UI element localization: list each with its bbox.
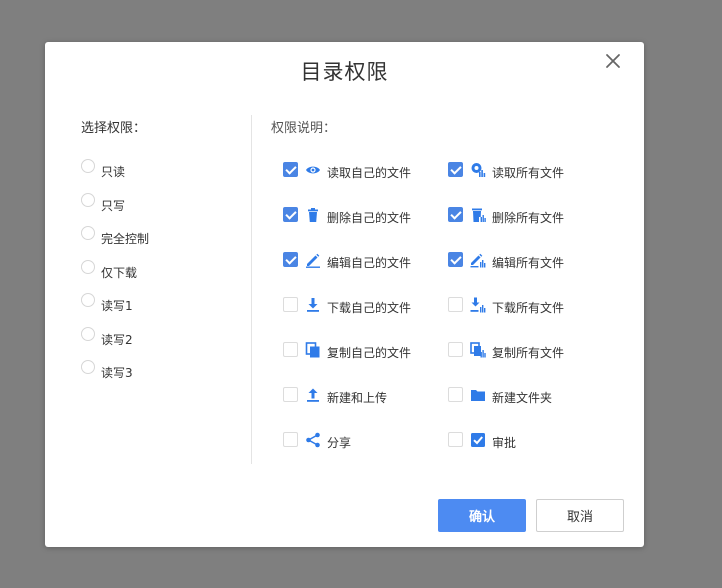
permission-label: 审批 [492, 436, 517, 450]
radio-label: 仅下载 [101, 265, 138, 280]
checkbox[interactable] [283, 432, 298, 447]
permission-label: 复制所有文件 [492, 346, 565, 360]
checkbox[interactable] [283, 207, 298, 222]
radio-label: 读写1 [101, 299, 133, 313]
radio-label: 读写3 [101, 366, 133, 380]
dialog-title: 目录权限 [300, 60, 389, 84]
permission-download-own[interactable]: 下载自己的文件 [283, 297, 448, 342]
checkbox[interactable] [283, 342, 298, 357]
radio-label: 只写 [101, 198, 126, 213]
permission-label: 新建和上传 [327, 391, 388, 405]
permission-label: 下载所有文件 [492, 301, 565, 315]
checkbox[interactable] [283, 162, 298, 177]
permission-delete-all[interactable]: 删除所有文件 [448, 207, 613, 252]
radio-button[interactable] [81, 293, 95, 307]
close-icon[interactable] [604, 52, 622, 70]
permission-label: 下载自己的文件 [327, 301, 412, 315]
radio-label: 只读 [101, 165, 126, 179]
select-permission-heading: 选择权限： [81, 121, 147, 136]
trash-icon [305, 207, 321, 223]
permission-copy-all[interactable]: 复制所有文件 [448, 342, 613, 387]
read-all-icon [470, 162, 486, 178]
approve-icon [470, 432, 486, 448]
cancel-button[interactable]: 取消 [536, 499, 624, 532]
permission-download-all[interactable]: 下载所有文件 [448, 297, 613, 342]
edit-all-icon [470, 252, 486, 268]
radio-button[interactable] [81, 226, 95, 240]
permission-copy-own[interactable]: 复制自己的文件 [283, 342, 448, 387]
radio-button[interactable] [81, 159, 95, 173]
permission-share[interactable]: 分享 [283, 432, 448, 477]
checkbox[interactable] [448, 387, 463, 402]
column-divider [251, 115, 252, 464]
permission-label: 编辑自己的文件 [327, 256, 412, 270]
permission-edit-own[interactable]: 编辑自己的文件 [283, 252, 448, 297]
permission-label: 编辑所有文件 [492, 256, 565, 270]
radio-option[interactable]: 只写 [81, 192, 149, 228]
radio-button[interactable] [81, 259, 95, 274]
checkbox[interactable] [448, 162, 463, 177]
pencil-icon [305, 252, 321, 268]
share-icon [305, 432, 321, 448]
checkbox[interactable] [283, 387, 298, 402]
confirm-button[interactable]: 确认 [438, 499, 526, 532]
permission-label: 读取自己的文件 [327, 166, 412, 180]
permission-grid: 读取自己的文件 读取所有文件 删除自己的文件 删除所有文件 编辑自己的文件 编辑… [283, 162, 613, 477]
permission-label: 删除所有文件 [492, 211, 565, 225]
checkbox[interactable] [448, 207, 463, 222]
radio-button[interactable] [81, 360, 95, 374]
permission-radio-group: 只读 只写 完全控制 仅下载 读写1 读写2 读写3 [81, 159, 150, 395]
radio-option[interactable]: 读写2 [81, 326, 149, 362]
permission-read-own[interactable]: 读取自己的文件 [283, 162, 448, 207]
permission-label: 读取所有文件 [492, 166, 565, 180]
permission-label: 新建文件夹 [492, 391, 553, 405]
radio-label: 读写2 [101, 332, 133, 347]
permission-read-all[interactable]: 读取所有文件 [448, 162, 613, 207]
permission-dialog: 目录权限 选择权限： 只读 只写 完全控制 仅下载 读写1 读写2 读写3 权限… [45, 42, 644, 547]
permission-label: 删除自己的文件 [327, 211, 412, 225]
permission-label: 分享 [327, 436, 352, 450]
radio-button[interactable] [81, 326, 95, 341]
radio-option[interactable]: 完全控制 [81, 226, 150, 261]
permission-edit-all[interactable]: 编辑所有文件 [448, 252, 613, 297]
checkbox[interactable] [448, 342, 463, 357]
copy-icon [305, 342, 321, 358]
permission-create-upload[interactable]: 新建和上传 [283, 387, 448, 432]
copy-all-icon [470, 342, 486, 358]
permission-label: 复制自己的文件 [327, 346, 412, 360]
checkbox[interactable] [448, 252, 463, 267]
radio-option[interactable]: 读写3 [81, 360, 149, 395]
download-all-icon [470, 297, 486, 313]
eye-icon [305, 162, 321, 178]
radio-option[interactable]: 读写1 [81, 293, 149, 328]
permission-delete-own[interactable]: 删除自己的文件 [283, 207, 448, 252]
permission-approve[interactable]: 审批 [448, 432, 613, 477]
checkbox[interactable] [283, 297, 298, 312]
checkbox[interactable] [448, 297, 463, 312]
upload-icon [305, 387, 321, 403]
folder-icon [470, 387, 486, 403]
download-icon [305, 297, 321, 313]
radio-button[interactable] [81, 192, 95, 207]
radio-label: 完全控制 [101, 232, 150, 246]
checkbox[interactable] [448, 432, 463, 447]
radio-option[interactable]: 只读 [81, 159, 149, 194]
delete-all-icon [470, 207, 486, 223]
permission-new-folder[interactable]: 新建文件夹 [448, 387, 613, 432]
radio-option[interactable]: 仅下载 [81, 259, 149, 295]
checkbox[interactable] [283, 252, 298, 267]
permission-description-heading: 权限说明： [271, 121, 337, 136]
